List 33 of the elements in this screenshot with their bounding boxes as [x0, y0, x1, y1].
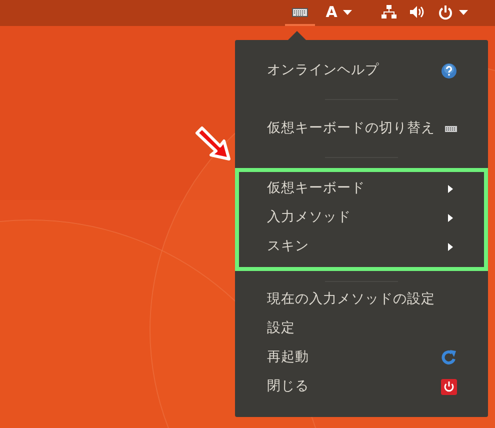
power-icon	[441, 378, 457, 394]
keyboard-icon	[445, 126, 457, 132]
menu-item[interactable]: 再起動	[235, 343, 488, 372]
menu-item[interactable]: オンラインヘルプ	[235, 56, 488, 85]
keyboard-icon	[292, 8, 308, 16]
menu-item[interactable]: 入力メソッド	[239, 203, 484, 232]
menu-item[interactable]: 設定	[235, 314, 488, 343]
menu-item-label: 再起動	[267, 348, 309, 368]
input-indicator[interactable]: A	[317, 0, 361, 26]
power-icon	[438, 4, 453, 20]
volume-icon	[409, 5, 425, 19]
menu-item-label: 入力メソッド	[267, 208, 351, 228]
menu-item-label: 仮想キーボードの切り替え	[267, 119, 435, 138]
menu-item-label: 仮想キーボード	[267, 179, 365, 198]
menu-item-label: 設定	[267, 319, 295, 338]
menu-item[interactable]: 仮想キーボード	[239, 174, 484, 203]
submenu-arrow-icon	[448, 214, 453, 222]
menu-item[interactable]: 現在の入力メソッドの設定	[235, 285, 488, 314]
menu-item-label: スキン	[267, 237, 309, 256]
menu-item[interactable]: 閉じる	[235, 372, 488, 401]
input-method-label: A	[326, 4, 338, 20]
menu-item-label: オンラインヘルプ	[267, 61, 379, 80]
caret-icon	[343, 10, 352, 14]
menu-item[interactable]: 仮想キーボードの切り替え	[235, 114, 488, 143]
help-icon	[441, 62, 457, 78]
submenu-arrow-icon	[448, 184, 453, 192]
menu-item-label: 閉じる	[267, 377, 309, 396]
submenu-arrow-icon	[448, 242, 453, 250]
network-icon	[381, 4, 397, 20]
caret-icon	[459, 10, 468, 14]
refresh-icon	[441, 350, 457, 366]
menu-item-label: 現在の入力メソッドの設定	[267, 290, 435, 310]
menu-item[interactable]: スキン	[239, 232, 484, 261]
